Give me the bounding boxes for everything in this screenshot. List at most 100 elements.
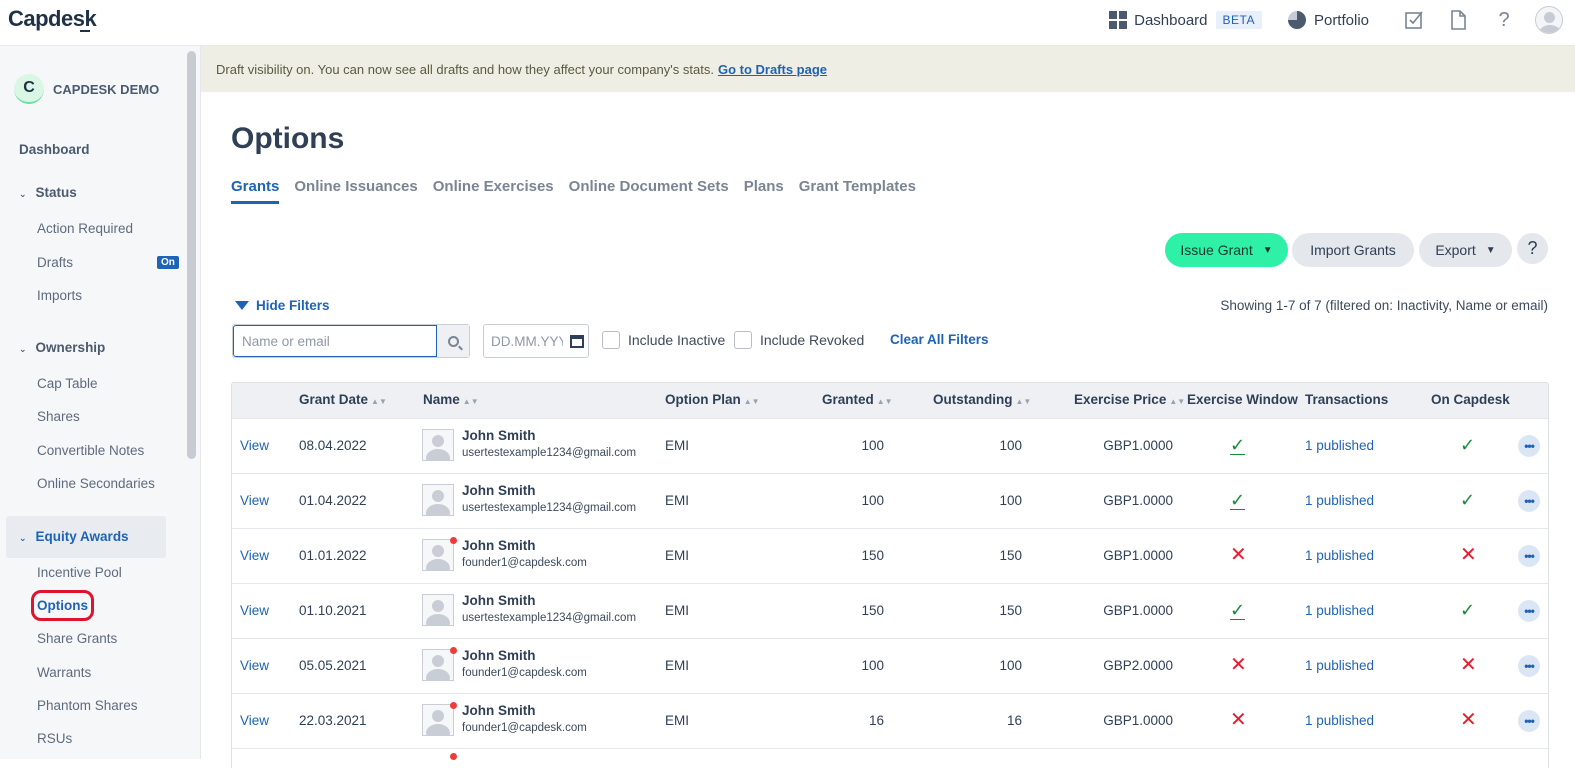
transactions-link[interactable]: 1 published	[1305, 658, 1374, 673]
col-exercise-price[interactable]: Exercise Price ▲▼	[1074, 392, 1185, 407]
col-option-plan[interactable]: Option Plan ▲▼	[665, 392, 760, 407]
include-revoked-filter[interactable]: Include Revoked	[734, 331, 864, 349]
col-name[interactable]: Name ▲▼	[423, 392, 479, 407]
company-switcher[interactable]: C CAPDESK DEMO	[14, 74, 159, 104]
inactive-indicator-dot	[450, 647, 457, 654]
transactions-link[interactable]: 1 published	[1305, 548, 1374, 563]
option-plan-cell: EMI	[665, 438, 690, 453]
row-more-actions-button[interactable]: •••	[1518, 435, 1540, 457]
sidebar-item-drafts[interactable]: Drafts	[37, 255, 73, 270]
holder-name[interactable]: John Smith	[462, 703, 536, 718]
sidebar-item-share-grants[interactable]: Share Grants	[37, 631, 117, 646]
tab-plans[interactable]: Plans	[744, 178, 784, 204]
col-exercise-window: Exercise Window	[1187, 392, 1298, 407]
export-button[interactable]: Export ▼	[1419, 233, 1512, 267]
row-more-actions-button[interactable]: •••	[1518, 600, 1540, 622]
nav-portfolio[interactable]: Portfolio	[1287, 11, 1369, 29]
col-option-plan-label: Option Plan	[665, 392, 741, 407]
table-body: View 08.04.2022 John Smith usertestexample1…	[232, 418, 1548, 748]
go-to-drafts-link[interactable]: Go to Drafts page	[718, 62, 827, 77]
view-link[interactable]: View	[240, 493, 269, 508]
include-inactive-filter[interactable]: Include Inactive	[602, 331, 725, 349]
sidebar-item-phantom-shares[interactable]: Phantom Shares	[37, 698, 138, 713]
sidebar-group-ownership[interactable]: ⌄ Ownership	[19, 340, 105, 355]
option-plan-cell: EMI	[665, 713, 690, 728]
caret-down-icon: ▼	[1485, 244, 1496, 256]
holder-name[interactable]: John Smith	[462, 483, 536, 498]
sidebar-item-online-secondaries[interactable]: Online Secondaries	[37, 476, 155, 491]
sort-icon: ▲▼	[462, 397, 479, 406]
tab-online-exercises[interactable]: Online Exercises	[433, 178, 554, 204]
include-revoked-checkbox[interactable]	[734, 331, 752, 349]
exercise-window-cross-icon: ✕	[1230, 654, 1247, 676]
row-more-actions-button[interactable]: •••	[1518, 710, 1540, 732]
capdesk-logo[interactable]: Capdesk	[8, 6, 97, 32]
exercise-window-check-icon: ✓	[1230, 490, 1246, 510]
help-button[interactable]: ?	[1517, 233, 1548, 264]
include-inactive-label: Include Inactive	[628, 332, 726, 348]
sidebar-item-cap-table[interactable]: Cap Table	[37, 376, 98, 391]
view-link[interactable]: View	[240, 713, 269, 728]
holder-name[interactable]: John Smith	[462, 428, 536, 443]
view-link[interactable]: View	[240, 603, 269, 618]
sidebar-item-incentive-pool[interactable]: Incentive Pool	[37, 565, 122, 580]
hide-filters-toggle[interactable]: Hide Filters	[235, 298, 330, 313]
sidebar-item-rsus[interactable]: RSUs	[37, 731, 72, 746]
col-grant-date[interactable]: Grant Date ▲▼	[299, 392, 387, 407]
transactions-link[interactable]: 1 published	[1305, 493, 1374, 508]
name-or-email-search-input[interactable]	[233, 325, 438, 357]
document-icon[interactable]	[1447, 9, 1469, 31]
sidebar-group-equity-awards[interactable]: ⌄ Equity Awards	[19, 529, 129, 544]
beta-badge: BETA	[1215, 11, 1262, 29]
sidebar-item-imports[interactable]: Imports	[37, 288, 82, 303]
filter-funnel-icon	[235, 301, 249, 310]
transactions-link[interactable]: 1 published	[1305, 713, 1374, 728]
holder-name[interactable]: John Smith	[462, 538, 536, 553]
clear-all-filters-link[interactable]: Clear All Filters	[890, 332, 989, 347]
col-granted[interactable]: Granted ▲▼	[822, 392, 893, 407]
sort-icon: ▲▼	[743, 397, 760, 406]
view-link[interactable]: View	[240, 438, 269, 453]
tab-grants[interactable]: Grants	[231, 178, 280, 204]
sidebar-group-label: Status	[35, 185, 77, 200]
issue-grant-button[interactable]: Issue Grant ▼	[1165, 233, 1288, 267]
sidebar-item-action-required[interactable]: Action Required	[37, 221, 133, 236]
sidebar-item-convertible-notes[interactable]: Convertible Notes	[37, 443, 144, 458]
row-more-actions-button[interactable]: •••	[1518, 655, 1540, 677]
table-row: View 01.04.2022 John Smith usertestexample1…	[232, 473, 1548, 528]
sidebar-group-label: Equity Awards	[35, 529, 129, 544]
holder-name[interactable]: John Smith	[462, 593, 536, 608]
transactions-link[interactable]: 1 published	[1305, 603, 1374, 618]
sidebar-item-dashboard[interactable]: Dashboard	[19, 142, 90, 157]
include-inactive-checkbox[interactable]	[602, 331, 620, 349]
calendar-icon[interactable]	[570, 334, 584, 348]
sidebar-item-shares[interactable]: Shares	[37, 409, 80, 424]
col-outstanding[interactable]: Outstanding ▲▼	[933, 392, 1031, 407]
tasks-checkbox-icon[interactable]	[1403, 9, 1425, 31]
transactions-link[interactable]: 1 published	[1305, 438, 1374, 453]
tab-grant-templates[interactable]: Grant Templates	[799, 178, 916, 204]
search-button[interactable]	[437, 325, 469, 357]
help-icon[interactable]: ?	[1493, 9, 1515, 31]
date-filter[interactable]	[483, 324, 589, 358]
view-link[interactable]: View	[240, 548, 269, 563]
exercise-window-cross-icon: ✕	[1230, 709, 1247, 731]
sidebar-group-status[interactable]: ⌄ Status	[19, 185, 77, 200]
sidebar-item-warrants[interactable]: Warrants	[37, 665, 91, 680]
tab-online-issuances[interactable]: Online Issuances	[294, 178, 417, 204]
tab-online-document-sets[interactable]: Online Document Sets	[569, 178, 729, 204]
date-filter-input[interactable]	[491, 333, 563, 349]
holder-email: usertestexample1234@gmail.com	[462, 447, 637, 459]
row-more-actions-button[interactable]: •••	[1518, 490, 1540, 512]
sidebar-scrollbar[interactable]	[187, 51, 196, 459]
import-grants-button[interactable]: Import Grants	[1292, 233, 1414, 267]
holder-name[interactable]: John Smith	[462, 648, 536, 663]
user-avatar[interactable]	[1535, 6, 1563, 34]
granted-cell: 100	[861, 493, 884, 508]
sort-icon: ▲▼	[371, 397, 387, 406]
table-row: View 22.03.2021 John Smith founder1@capdesk…	[232, 693, 1548, 748]
row-more-actions-button[interactable]: •••	[1518, 545, 1540, 567]
nav-dashboard[interactable]: Dashboard BETA	[1109, 11, 1262, 29]
view-link[interactable]: View	[240, 658, 269, 673]
exercise-window-check-icon: ✓	[1230, 435, 1246, 455]
